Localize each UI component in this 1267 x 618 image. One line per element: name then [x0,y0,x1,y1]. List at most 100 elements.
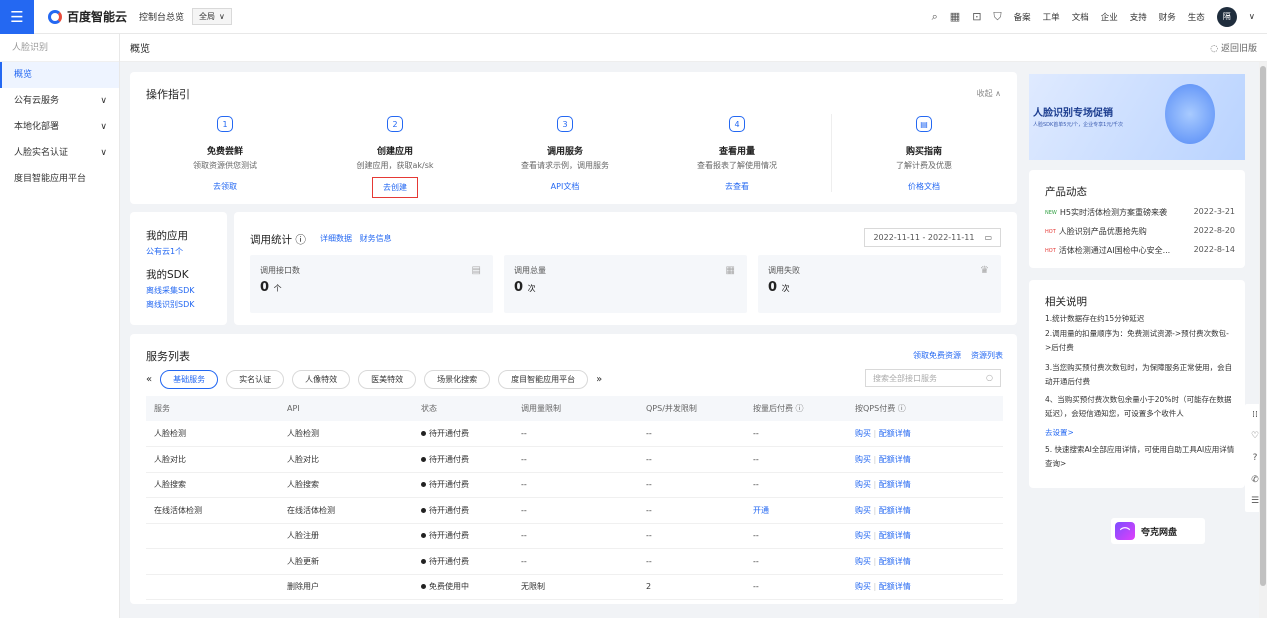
price-doc-link[interactable]: 价格文档 [908,181,940,192]
related-notes-card: 相关说明 1.统计数据存在约15分钟延迟 2.调用量的扣量顺序为：免费测试资源-… [1029,280,1245,488]
sidebar-item-label: 公有云服务 [14,96,60,106]
buy-link[interactable]: 购买 [855,557,871,566]
tab-dumu[interactable]: 度目智能应用平台 [498,370,589,389]
tab-portrait[interactable]: 人像特效 [292,370,351,389]
sidebar-item-local-deploy[interactable]: 本地化部署 ∨ [0,114,119,140]
phone-icon[interactable]: ✆ [1251,475,1259,485]
nav-ticket[interactable]: 工单 [1043,11,1060,23]
date-range-value: 2022-11-11 - 2022-11-11 [873,233,975,242]
settings-link[interactable]: 去设置> [1045,426,1235,440]
tab-basic[interactable]: 基础服务 [160,370,219,389]
sidebar-item-overview[interactable]: 概览 [0,62,119,88]
cart-icon[interactable]: ⛉ [993,10,1001,24]
tab-beauty[interactable]: 医美特效 [358,370,417,389]
buy-link[interactable]: 购买 [855,429,871,438]
cell-service: 人脸检测 [146,421,279,447]
cell-api: 人脸注册 [279,523,413,549]
scrollbar-thumb[interactable] [1260,66,1266,586]
quota-detail-link[interactable]: 配额详情 [879,506,911,515]
nav-enterprise[interactable]: 企业 [1101,11,1118,23]
tab-realname[interactable]: 实名认证 [226,370,285,389]
scrollbar[interactable] [1259,62,1267,618]
qrcode-icon[interactable]: ▦ [950,10,960,23]
sidebar-item-label: 度目智能应用平台 [14,174,87,184]
quota-detail-link[interactable]: 配额详情 [879,531,911,540]
public-cloud-apps-link[interactable]: 公有云1个 [146,246,211,257]
cell-status: 待开通付费 [413,523,513,549]
resource-list-link[interactable]: 资源列表 [971,350,1003,361]
tabs-next-icon[interactable]: » [596,374,602,385]
news-item[interactable]: NEW H5实时活体检测方案重磅来袭 2022-3-21 [1045,207,1235,218]
sidebar-item-dumu[interactable]: 度目智能应用平台 [0,166,119,192]
quota-detail-link[interactable]: 配额详情 [879,582,911,591]
search-icon[interactable]: ⌕ [932,10,938,24]
sidebar-item-realname[interactable]: 人脸实名认证 ∨ [0,140,119,166]
divider [831,114,832,192]
favorite-icon[interactable]: ♡ [1251,431,1259,441]
guide-step-3: 3 调用服务 查看请求示例，调用服务 API文档 [495,116,635,192]
date-range-picker[interactable]: 2022-11-11 - 2022-11-11 ▭ [864,228,1001,247]
news-item[interactable]: HOT 人脸识别产品优惠抢先购 2022-8-20 [1045,226,1235,237]
drag-handle-icon[interactable]: ⁞⁞ [1252,410,1258,420]
offline-recognize-sdk-link[interactable]: 离线识别SDK [146,299,211,310]
cell-postpay[interactable]: 开通 [745,497,847,524]
stat-unit: 次 [527,284,536,293]
cell-postpay: -- [745,548,847,575]
quark-drive-label: 夸克网盘 [1141,527,1178,538]
quota-detail-link[interactable]: 配额详情 [879,429,911,438]
message-icon[interactable]: ⊡ [972,10,981,23]
create-app-link[interactable]: 去创建 [372,177,418,198]
cell-api: 人脸检测 [279,421,413,447]
buy-link[interactable]: 购买 [855,531,871,540]
sidebar-item-public-cloud[interactable]: 公有云服务 ∨ [0,88,119,114]
detail-data-link[interactable]: 详细数据 [320,234,352,243]
list-icon[interactable]: ☰ [1251,496,1259,506]
buy-link[interactable]: 购买 [855,480,871,489]
buy-link[interactable]: 购买 [855,455,871,464]
view-usage-link[interactable]: 去查看 [725,181,749,192]
cell-status: 待开通付费 [413,446,513,473]
quota-detail-link[interactable]: 配额详情 [879,455,911,464]
cell-service: 在线活体检测 [146,497,279,524]
region-select[interactable]: 全局 ∨ [192,8,232,25]
news-text: H5实时活体检测方案重磅来袭 [1059,208,1167,217]
quota-detail-link[interactable]: 配额详情 [879,480,911,489]
finance-info-link[interactable]: 财务信息 [360,234,392,243]
region-value: 全局 [199,12,216,21]
back-to-old-button[interactable]: ◌ 返回旧版 [1210,41,1257,54]
quark-drive-button[interactable]: ⌒ 夸克网盘 [1111,518,1205,544]
api-doc-link[interactable]: API文档 [551,181,580,192]
nav-docs[interactable]: 文档 [1072,11,1089,23]
nav-ecosystem[interactable]: 生态 [1188,11,1205,23]
claim-free-resource-link[interactable]: 领取免费资源 [913,350,961,361]
promo-banner[interactable]: 人脸识别专场促销 人脸SDK首单5元/个，企业专享1元/千次 [1029,74,1245,160]
nav-finance[interactable]: 财务 [1159,11,1176,23]
claim-link[interactable]: 去领取 [213,181,237,192]
help-icon[interactable]: ? [1253,453,1258,463]
nav-support[interactable]: 支持 [1130,11,1147,23]
tabs-prev-icon[interactable]: « [146,374,152,385]
menu-icon[interactable]: ☰ [0,0,34,34]
product-news-card: 产品动态 NEW H5实时活体检测方案重磅来袭 2022-3-21 HOT 人脸识别产… [1029,170,1245,268]
cell-api: 在线活体检测 [279,497,413,524]
note-line: 4、当购买预付费次数包余量小于20%时（可能存在数据延迟），会短信通知您，可设置… [1045,395,1232,418]
console-overview-link[interactable]: 控制台总览 [139,10,184,23]
col-status: 状态 [413,396,513,421]
nav-beian[interactable]: 备案 [1014,11,1031,23]
sidebar-item-label: 本地化部署 [14,122,60,132]
step-desc: 了解计费及优惠 [896,161,952,170]
step-number: 3 [557,116,573,132]
avatar-chevron-icon[interactable]: ∨ [1249,12,1255,22]
service-search-input[interactable]: 搜索全部接口服务 ○ [865,369,1001,387]
buy-link[interactable]: 购买 [855,582,871,591]
logo[interactable]: 百度智能云 [48,8,127,25]
offline-collect-sdk-link[interactable]: 离线采集SDK [146,285,211,296]
quota-detail-link[interactable]: 配额详情 [879,557,911,566]
news-item[interactable]: HOT 活体检测通过AI国检中心安全... 2022-8-14 [1045,245,1235,256]
collapse-button[interactable]: 收起 ∧ [977,88,1001,99]
top-navbar: ☰ 百度智能云 控制台总览 全局 ∨ ⌕ ▦ ⊡ ⛉ 备案 工单 文档 企业 支持… [0,0,1267,34]
avatar[interactable]: 隔 [1216,6,1237,27]
tab-scene-search[interactable]: 场景化搜索 [424,370,491,389]
buy-link[interactable]: 购买 [855,506,871,515]
status-text: 待开通付费 [429,454,469,464]
